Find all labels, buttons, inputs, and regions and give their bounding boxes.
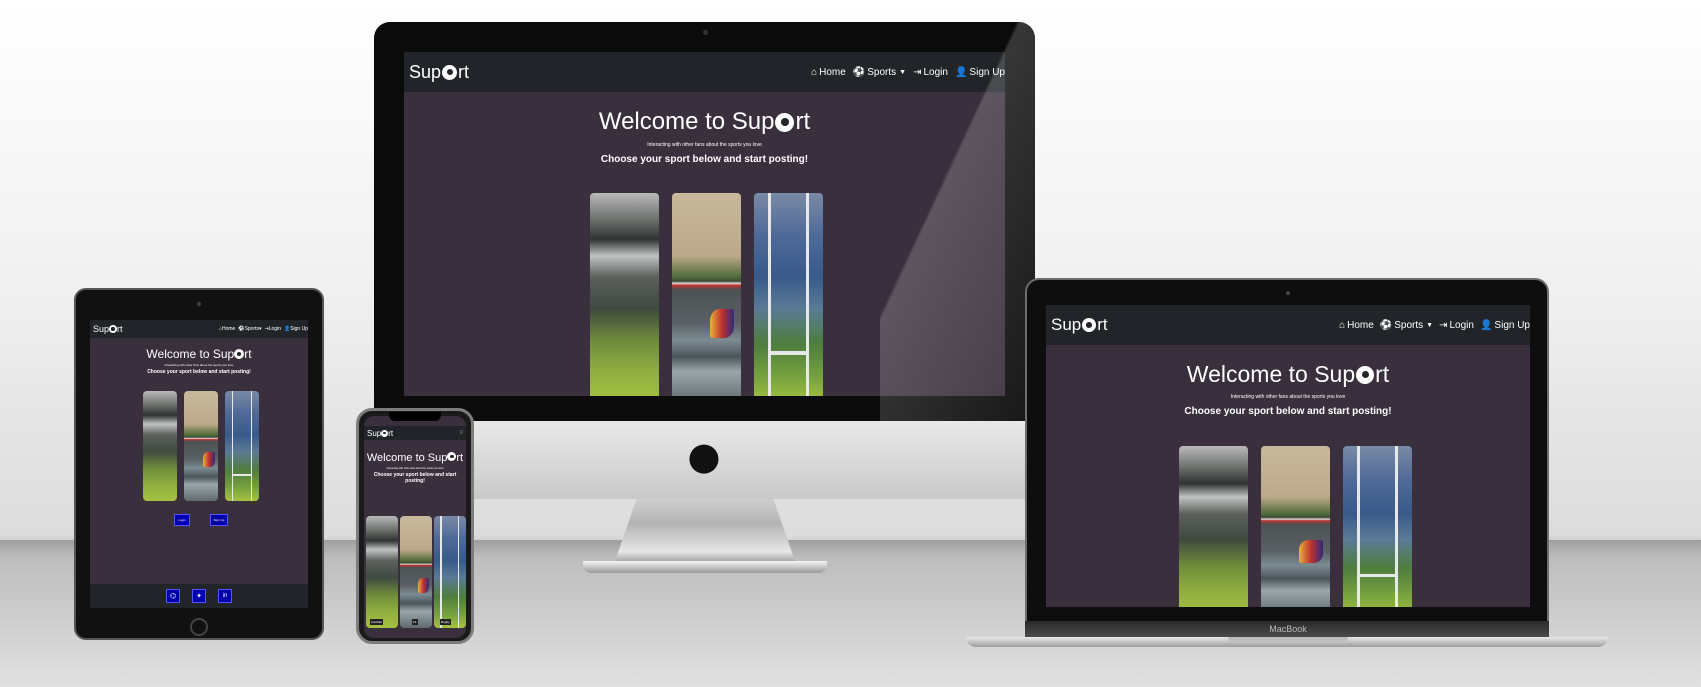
football-icon: ⚽ <box>1379 319 1393 331</box>
football-icon <box>381 429 389 437</box>
iphone-notch <box>389 412 441 421</box>
f1-card[interactable] <box>672 193 741 396</box>
apple-logo-icon: ● <box>687 434 721 478</box>
page-title: Welcome to Sup rt <box>1186 361 1390 387</box>
nav-signup[interactable]: 👤Sign Up <box>1480 320 1530 331</box>
nav-login[interactable]: ⇥Login <box>265 326 281 332</box>
chevron-down-icon: ▾ <box>259 326 262 332</box>
sport-cards <box>1179 446 1412 607</box>
football-card[interactable] <box>1179 446 1248 607</box>
f1-card[interactable] <box>1261 446 1330 607</box>
macbook-screen: Sup rt ⌂ Home ⚽ Sports ▼ ⇥ Login 👤 Sign Up Wel… <box>1046 305 1530 607</box>
rugby-card[interactable] <box>1343 446 1412 607</box>
brand-logo[interactable]: Sup rt <box>409 62 469 83</box>
nav-home[interactable]: ⌂ Home <box>1339 320 1374 331</box>
navbar: Sup rt ≡ <box>364 426 466 440</box>
sport-cards <box>143 391 259 501</box>
macbook-label: MacBook <box>1269 624 1307 634</box>
rugby-card[interactable]: Rugby <box>434 516 466 628</box>
card-label: F1 <box>412 619 418 625</box>
football-icon <box>442 64 458 80</box>
f1-card[interactable]: F1 <box>400 516 432 628</box>
home-icon: ⌂ <box>811 66 818 78</box>
hero: Welcome to Sup rt Interacting with other … <box>1046 361 1530 417</box>
chevron-down-icon: ▼ <box>1426 321 1434 329</box>
iphone-screen: Sup rt ≡ Welcome to Sup rt Interacting wit… <box>364 416 466 638</box>
rugby-card[interactable] <box>225 391 259 501</box>
login-icon: ⇥ <box>1439 319 1448 331</box>
rugby-card[interactable] <box>754 193 823 396</box>
page-title: Welcome to Sup rt <box>146 347 252 361</box>
footer: ⌬ ✦ in <box>90 584 308 608</box>
subtitle: Interacting with other fans about the sp… <box>164 363 234 367</box>
navbar: Sup rt ⌂ Home ⚽ Sports ▾ ⇥ Login 👤 Sign Up <box>90 320 308 338</box>
f1-card[interactable] <box>184 391 218 501</box>
navbar: Suprt ⌂Home ⚽Sports▼ ⇥Login 👤Sign Up <box>1046 305 1530 345</box>
nav-links: ⌂Home ⚽Sports▼ ⇥Login 👤Sign Up <box>1339 320 1530 331</box>
subtitle: Interacting with other fans about the sp… <box>1230 394 1346 400</box>
nav-home[interactable]: ⌂ Home <box>811 67 846 78</box>
signup-button[interactable]: Sign Up <box>210 514 228 526</box>
football-icon <box>1082 318 1097 332</box>
imac-stand <box>615 499 795 561</box>
ipad-camera <box>197 302 201 306</box>
nav-links: ≡ <box>459 430 463 436</box>
football-card[interactable] <box>143 391 177 501</box>
imac-camera <box>703 30 708 35</box>
sport-cards: Football F1 Rugby <box>366 516 466 628</box>
football-icon <box>234 349 245 359</box>
football-card[interactable] <box>590 193 659 396</box>
user-plus-icon: 👤 <box>1479 319 1493 331</box>
github-icon[interactable]: ⌬ <box>166 589 180 603</box>
football-icon <box>1356 365 1375 384</box>
linkedin-icon[interactable]: in <box>218 589 232 603</box>
imac-base <box>583 561 827 573</box>
football-icon <box>775 112 795 132</box>
login-button[interactable]: Login <box>174 514 190 526</box>
brand-logo[interactable]: Sup rt <box>1051 315 1108 335</box>
home-icon: ⌂ <box>1339 319 1346 331</box>
ipad-screen: Sup rt ⌂ Home ⚽ Sports ▾ ⇥ Login 👤 Sign Up Wel… <box>90 320 308 608</box>
brand-logo[interactable]: Sup rt <box>367 429 393 438</box>
nav-signup[interactable]: 👤Sign Up <box>284 326 308 332</box>
brand-logo[interactable]: Sup rt <box>93 324 123 334</box>
nav-sports[interactable]: ⚽ Sports ▾ <box>238 326 261 332</box>
card-label: Rugby <box>440 619 451 625</box>
card-label: Football <box>370 619 383 625</box>
twitter-icon[interactable]: ✦ <box>192 589 206 603</box>
macbook-camera <box>1286 291 1290 295</box>
choose-sport-text: Choose your sport below and start postin… <box>147 369 251 375</box>
choose-sport-text: Choose your sport below and start postin… <box>1184 406 1392 417</box>
nav-home[interactable]: ⌂ Home <box>219 326 235 332</box>
choose-sport-text: Choose your sport below and start postin… <box>373 472 457 484</box>
page-title: Welcome to Sup rt <box>366 452 464 464</box>
nav-links: ⌂ Home ⚽ Sports ▾ ⇥ Login 👤 Sign Up <box>219 326 308 332</box>
football-icon: ⚽ <box>852 66 866 78</box>
football-icon <box>109 325 118 333</box>
ipad-home-button <box>190 618 208 636</box>
subtitle: Interacting with other fans about the sp… <box>386 467 444 470</box>
imac-gloss <box>880 22 1035 421</box>
macbook-opening-notch <box>1228 637 1348 641</box>
hamburger-icon[interactable]: ≡ <box>459 430 463 436</box>
football-card[interactable]: Football <box>366 516 398 628</box>
hero: Welcome to Sup rt Interacting with other … <box>364 452 466 484</box>
nav-login[interactable]: ⇥Login <box>1439 320 1474 331</box>
hero: Welcome to Sup rt Interacting with other … <box>90 347 308 375</box>
sport-cards <box>590 193 823 396</box>
nav-sports[interactable]: ⚽Sports▼ <box>1380 320 1433 331</box>
